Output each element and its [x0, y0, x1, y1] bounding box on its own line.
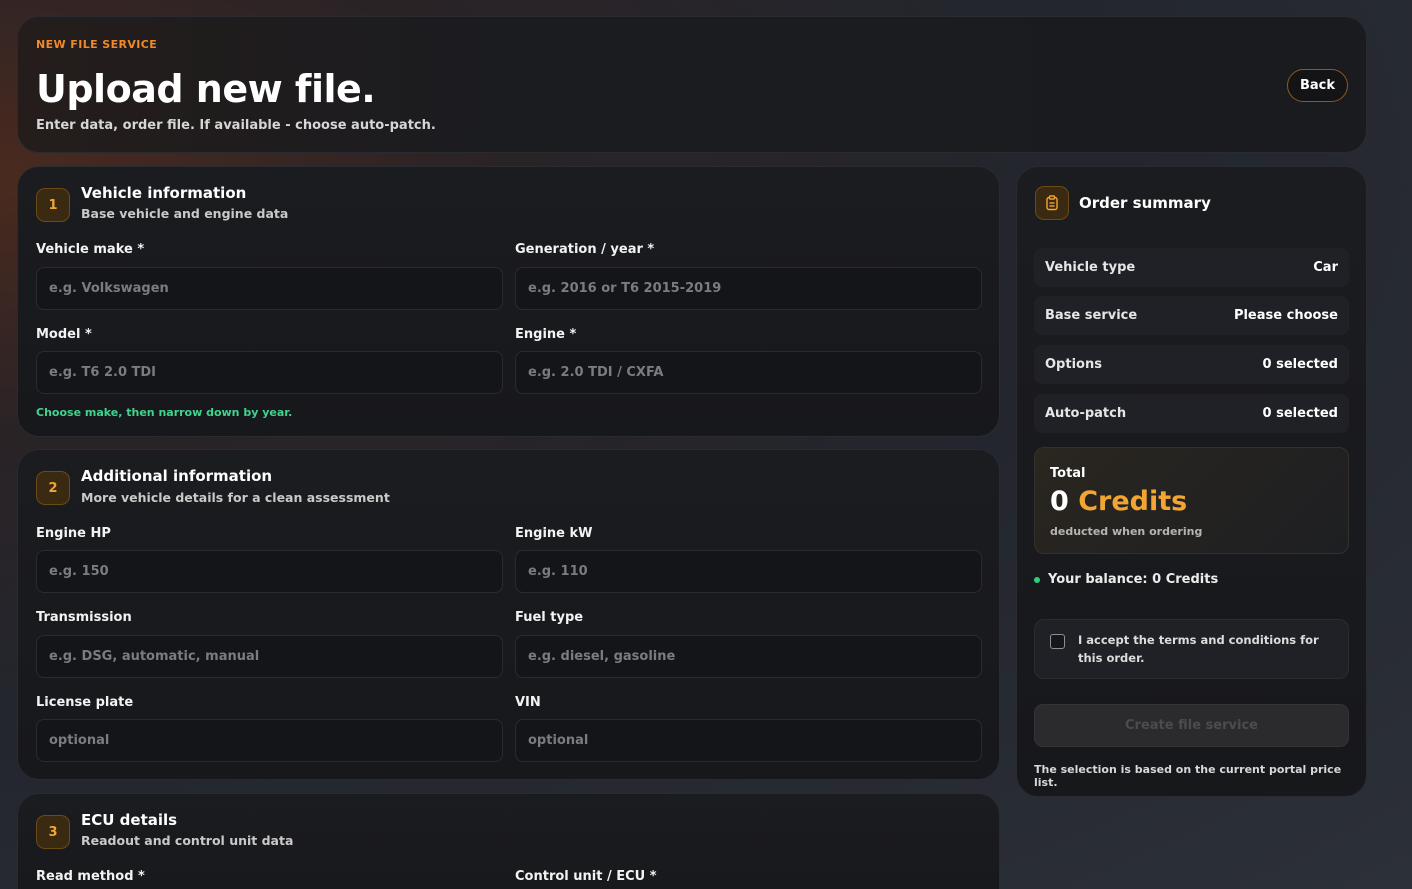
balance-text: Your balance: 0 Credits — [1048, 572, 1219, 587]
vin-input[interactable] — [515, 719, 982, 762]
generation-year-label: Generation / year * — [515, 242, 655, 257]
step-badge: 3 — [36, 815, 70, 849]
section-vehicle-information: 1 Vehicle information Base vehicle and e… — [17, 166, 1000, 437]
page-subtitle: Enter data, order file. If available - c… — [36, 118, 436, 133]
transmission-input[interactable] — [36, 635, 503, 678]
engine-kw-label: Engine kW — [515, 526, 593, 541]
section-subtitle: More vehicle details for a clean assessm… — [81, 490, 390, 505]
total-box: Total 0 Credits deducted when ordering — [1034, 447, 1349, 554]
terms-checkbox[interactable] — [1050, 634, 1065, 649]
section-title: Vehicle information — [81, 184, 247, 202]
fuel-type-input[interactable] — [515, 635, 982, 678]
section-title: Additional information — [81, 467, 273, 485]
summary-row-base-service: Base service Please choose — [1034, 296, 1349, 335]
price-note: The selection is based on the current po… — [1034, 763, 1342, 789]
read-method-label: Read method * — [36, 869, 145, 884]
terms-text: I accept the terms and conditions for th… — [1078, 633, 1319, 665]
section-subtitle: Base vehicle and engine data — [81, 206, 289, 221]
page-header: NEW FILE SERVICE Upload new file. Enter … — [17, 16, 1367, 153]
engine-kw-input[interactable] — [515, 550, 982, 593]
summary-row-auto-patch: Auto-patch 0 selected — [1034, 394, 1349, 433]
vehicle-make-label: Vehicle make * — [36, 242, 145, 257]
engine-input[interactable] — [515, 351, 982, 394]
total-value: 0 Credits — [1050, 486, 1187, 517]
total-unit: Credits — [1078, 486, 1188, 517]
terms-box[interactable]: I accept the terms and conditions for th… — [1034, 619, 1349, 679]
section-ecu-details: 3 ECU details Readout and control unit d… — [17, 793, 1000, 889]
balance-indicator: Your balance: 0 Credits — [1034, 572, 1218, 587]
total-number: 0 — [1050, 486, 1069, 517]
total-label: Total — [1050, 466, 1086, 481]
summary-row-options: Options 0 selected — [1034, 345, 1349, 384]
step-badge: 2 — [36, 471, 70, 505]
summary-title: Order summary — [1079, 194, 1211, 212]
section-additional-information: 2 Additional information More vehicle de… — [17, 449, 1000, 780]
back-button[interactable]: Back — [1287, 69, 1348, 102]
step-badge: 1 — [36, 188, 70, 222]
order-summary-panel: Order summary Vehicle type Car Base serv… — [1016, 166, 1367, 797]
vehicle-make-input[interactable] — [36, 267, 503, 310]
summary-value: 0 selected — [1262, 357, 1338, 372]
license-plate-input[interactable] — [36, 719, 503, 762]
page-title: Upload new file. — [36, 67, 376, 111]
summary-key: Options — [1045, 357, 1102, 372]
total-note: deducted when ordering — [1050, 525, 1203, 538]
page-eyebrow: NEW FILE SERVICE — [36, 38, 158, 51]
section-subtitle: Readout and control unit data — [81, 833, 294, 848]
summary-key: Vehicle type — [1045, 260, 1136, 275]
summary-value: Please choose — [1233, 308, 1338, 323]
control-unit-label: Control unit / ECU * — [515, 869, 657, 884]
summary-value: 0 selected — [1262, 406, 1338, 421]
model-input[interactable] — [36, 351, 503, 394]
fuel-type-label: Fuel type — [515, 610, 584, 625]
status-dot-icon — [1034, 576, 1040, 583]
engine-label: Engine * — [515, 327, 577, 342]
model-label: Model * — [36, 327, 92, 342]
summary-row-vehicle-type: Vehicle type Car — [1034, 248, 1349, 287]
engine-hp-label: Engine HP — [36, 526, 111, 541]
transmission-label: Transmission — [36, 610, 132, 625]
create-file-service-button[interactable]: Create file service — [1034, 704, 1349, 747]
summary-value: Car — [1313, 260, 1338, 275]
engine-hp-input[interactable] — [36, 550, 503, 593]
vin-label: VIN — [515, 695, 541, 710]
clipboard-icon — [1035, 186, 1069, 220]
license-plate-label: License plate — [36, 695, 134, 710]
summary-key: Base service — [1045, 308, 1138, 323]
generation-year-input[interactable] — [515, 267, 982, 310]
summary-key: Auto-patch — [1045, 406, 1127, 421]
make-hint: Choose make, then narrow down by year. — [36, 406, 293, 419]
section-title: ECU details — [81, 811, 178, 829]
